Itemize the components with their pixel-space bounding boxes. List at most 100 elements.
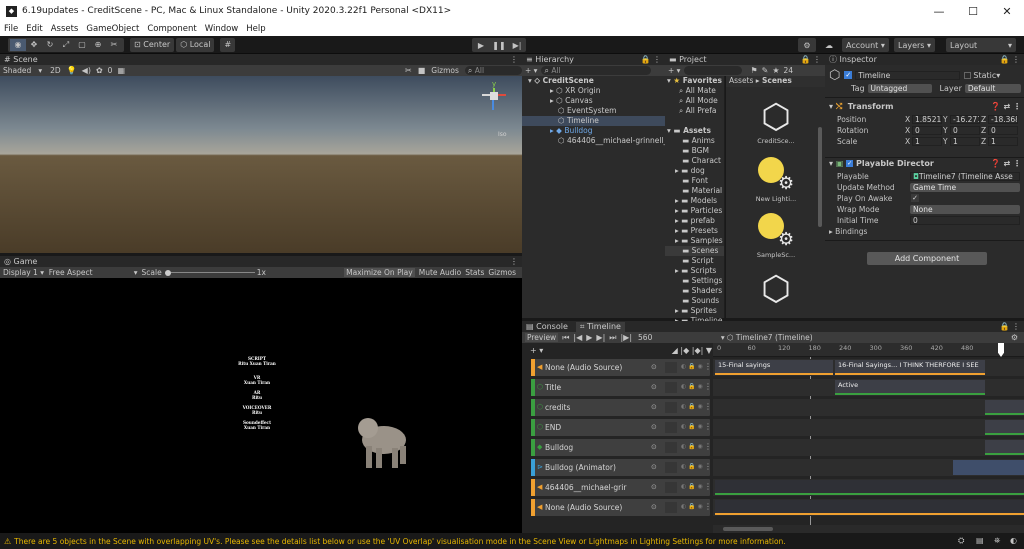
position-z-field[interactable]: -18.368 bbox=[988, 115, 1018, 124]
track-menu-icon[interactable]: ⋮ bbox=[704, 382, 712, 391]
hierarchy-search-input[interactable]: ⌕ All bbox=[541, 66, 652, 75]
track-row[interactable]: 15-Final sayings 16-Final Sayings... I TH… bbox=[713, 359, 1024, 376]
folder-item[interactable]: ▸ ▬ Samples bbox=[665, 236, 724, 246]
hierarchy-item[interactable]: ▸ ⬡ Canvas bbox=[522, 96, 665, 106]
inspector-tab[interactable]: ⓘ Inspector 🔒 ⋮ bbox=[825, 54, 1024, 65]
timeline-clip[interactable] bbox=[985, 400, 1024, 415]
playable-field[interactable]: ◘Timeline7 (Timeline Asse bbox=[910, 172, 1020, 181]
track-mute-lock-icon[interactable]: ◐ 🔒 ◉ bbox=[681, 503, 703, 510]
playhead-marker[interactable] bbox=[998, 343, 1004, 357]
last-frame-icon[interactable]: ⏭ bbox=[609, 333, 616, 343]
asset-item[interactable]: ⚙ New Lighti... bbox=[746, 155, 806, 203]
gizmos-dropdown[interactable]: Gizmos bbox=[431, 66, 459, 75]
loop-icon[interactable]: |▶| bbox=[620, 333, 632, 342]
menu-help[interactable]: Help bbox=[246, 24, 265, 34]
menu-window[interactable]: Window bbox=[205, 24, 239, 34]
folder-item[interactable]: ▸ ▬ Sprites bbox=[665, 306, 724, 316]
tag-dropdown[interactable]: Untagged bbox=[867, 84, 932, 93]
track-target-icon[interactable]: ⊙ bbox=[651, 443, 657, 451]
update-method-dropdown[interactable]: Game Time bbox=[910, 183, 1020, 192]
track-menu-icon[interactable]: ⋮ bbox=[704, 362, 712, 371]
track-menu-icon[interactable]: ⋮ bbox=[704, 502, 712, 511]
track-mute-lock-icon[interactable]: ◐ 🔒 ◉ bbox=[681, 383, 703, 390]
grid-icon[interactable]: ▦ bbox=[117, 66, 125, 75]
track-target-icon[interactable]: ⊙ bbox=[651, 483, 657, 491]
timeline-clip[interactable]: 15-Final sayings bbox=[715, 360, 833, 375]
timeline-tab[interactable]: ⌗ Timeline bbox=[575, 321, 625, 332]
lighting-icon[interactable]: 💡 bbox=[67, 66, 77, 75]
folder-item[interactable]: ▸ ▬ Models bbox=[665, 196, 724, 206]
asset-item[interactable]: ⚙ SampleSc... bbox=[746, 211, 806, 259]
favorites-header[interactable]: ▾ ★ Favorites bbox=[665, 76, 724, 86]
track-target-icon[interactable]: ⊙ bbox=[651, 403, 657, 411]
rect-tool-icon[interactable]: ▢ bbox=[74, 40, 90, 49]
prev-frame-icon[interactable]: |◀ bbox=[573, 333, 582, 342]
track-curves-icon[interactable] bbox=[665, 482, 677, 493]
track-curves-icon[interactable] bbox=[665, 362, 677, 373]
folder-item[interactable]: ▬ Shaders bbox=[665, 286, 724, 296]
timeline-lock-icon[interactable]: 🔒 ⋮ bbox=[999, 322, 1020, 331]
track-target-icon[interactable]: ⊙ bbox=[651, 383, 657, 391]
track-target-icon[interactable]: ⊙ bbox=[651, 423, 657, 431]
folder-item[interactable]: ▬ BGM bbox=[665, 146, 724, 156]
folder-item[interactable]: ▸ ▬ Particles bbox=[665, 206, 724, 216]
director-enabled-checkbox[interactable]: ✓ bbox=[846, 160, 854, 167]
director-header[interactable]: ▾ ▣ ✓ Playable Director ❓ ⇄ ⋮ bbox=[829, 158, 1021, 169]
asset-item[interactable]: ⬡ bbox=[746, 269, 806, 309]
debug-icon[interactable]: ⛯ bbox=[994, 536, 1000, 546]
pause-button[interactable]: ❚❚ bbox=[490, 41, 508, 50]
folder-item[interactable]: ▬ Settings bbox=[665, 276, 724, 286]
game-menu-icon[interactable]: ⋮ bbox=[510, 257, 518, 266]
close-button[interactable]: ✕ bbox=[990, 0, 1024, 22]
track-menu-icon[interactable]: ⋮ bbox=[704, 422, 712, 431]
folder-item[interactable]: ▬ Scenes bbox=[665, 246, 724, 256]
hierarchy-scene[interactable]: ▾ ⬦ CreditScene bbox=[522, 76, 665, 86]
rotate-tool-icon[interactable]: ↻ bbox=[42, 40, 58, 49]
folder-item[interactable]: ▸ ▬ prefab bbox=[665, 216, 724, 226]
add-track-button[interactable]: + ▾ bbox=[530, 346, 543, 355]
track-header[interactable]: ◆ Bulldog ⊙ ◐ 🔒 ◉ ⋮ bbox=[531, 439, 712, 456]
folder-item[interactable]: ▸ ▬ dog bbox=[665, 166, 724, 176]
transform-header[interactable]: ▾ ⤭ Transform ❓ ⇄ ⋮ bbox=[829, 101, 1021, 112]
move-tool-icon[interactable]: ✥ bbox=[26, 40, 42, 49]
project-search-input[interactable] bbox=[684, 66, 743, 75]
rotation-z-field[interactable]: 0 bbox=[988, 126, 1018, 135]
menu-edit[interactable]: Edit bbox=[26, 24, 42, 34]
view-tool-icon[interactable]: ◉ bbox=[10, 38, 26, 51]
folder-item[interactable]: ▸ ▬ Scripts bbox=[665, 266, 724, 276]
track-curves-icon[interactable] bbox=[665, 382, 677, 393]
track-header[interactable]: ⊳ Bulldog (Animator) ⊙ ◐ 🔒 ◉ ⋮ bbox=[531, 459, 712, 476]
cloud-icon[interactable]: ☁ bbox=[820, 38, 838, 52]
track-mute-lock-icon[interactable]: ◐ 🔒 ◉ bbox=[681, 443, 703, 450]
timeline-play-icon[interactable]: ▶ bbox=[586, 333, 592, 342]
game-tab[interactable]: ◎ Game ⋮ bbox=[0, 256, 522, 267]
timeline-clip[interactable] bbox=[985, 440, 1024, 455]
game-gizmos-toggle[interactable]: Gizmos bbox=[488, 268, 516, 277]
timeline-asset-breadcrumb[interactable]: ▾ ⬡ Timeline7 (Timeline) bbox=[721, 333, 1011, 342]
director-help-icon[interactable]: ❓ ⇄ ⋮ bbox=[991, 159, 1021, 168]
track-curves-icon[interactable] bbox=[665, 442, 677, 453]
audio-icon[interactable]: ◀) bbox=[82, 66, 91, 75]
scene-menu-icon[interactable]: ⋮ bbox=[510, 55, 518, 64]
track-target-icon[interactable]: ⊙ bbox=[651, 363, 657, 371]
shading-dropdown[interactable]: Shaded bbox=[3, 66, 38, 75]
menu-component[interactable]: Component bbox=[147, 24, 196, 34]
wrap-mode-dropdown[interactable]: None bbox=[910, 205, 1020, 214]
transform-tool-icon[interactable]: ⊕ bbox=[90, 40, 106, 49]
folder-item[interactable]: ▬ Sounds bbox=[665, 296, 724, 306]
fx-icon[interactable]: ✿ bbox=[96, 66, 103, 75]
timeline-clip[interactable] bbox=[715, 480, 1024, 495]
stats-toggle[interactable]: Stats bbox=[465, 268, 484, 277]
favorite-item[interactable]: ⌕ All Mode bbox=[665, 96, 724, 106]
track-menu-icon[interactable]: ⋮ bbox=[704, 462, 712, 471]
folder-item[interactable]: ▬ Charact bbox=[665, 156, 724, 166]
position-y-field[interactable]: -16.271 bbox=[950, 115, 980, 124]
timeline-clip[interactable] bbox=[985, 420, 1024, 435]
breadcrumb-scenes[interactable]: Scenes bbox=[762, 76, 792, 85]
filter-label-icon[interactable]: ✎ bbox=[762, 66, 769, 75]
track-header[interactable]: ◀ 464406__michael-grir ⊙ ◐ 🔒 ◉ ⋮ bbox=[531, 479, 712, 496]
timeline-clip[interactable] bbox=[953, 460, 1024, 475]
timeline-hscroll[interactable] bbox=[713, 525, 1024, 533]
folder-item[interactable]: ▸ ▬ Presets bbox=[665, 226, 724, 236]
initial-time-field[interactable]: 0 bbox=[910, 216, 1020, 225]
